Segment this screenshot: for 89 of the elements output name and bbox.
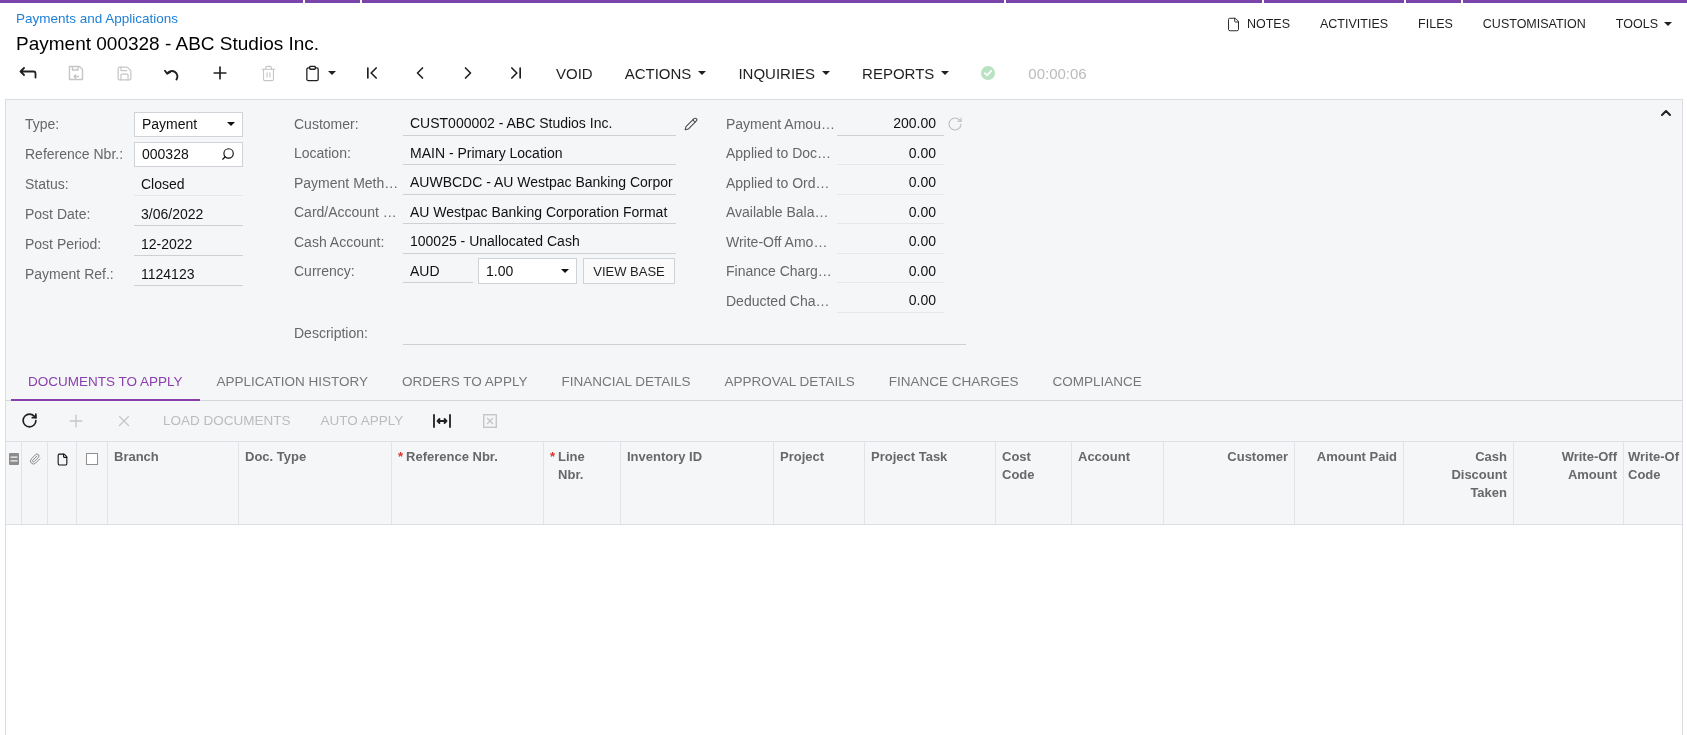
field-label: Write-Off Amo… — [726, 233, 829, 250]
rate-select[interactable]: 1.00 — [478, 258, 577, 285]
field-label: Available Bala… — [726, 204, 830, 221]
field-label: Payment Ref.: — [25, 266, 115, 282]
column-header: Amount Paid — [1316, 447, 1397, 466]
text-field[interactable]: 1124123 — [134, 262, 243, 286]
tab[interactable]: DOCUMENTS TO APPLY — [11, 364, 200, 401]
column-header: Cash Discount Taken — [1450, 447, 1507, 502]
field-label: Customer: — [294, 115, 360, 132]
file-icon — [55, 452, 69, 466]
field-value: 0.00 — [837, 141, 944, 166]
field-label: Post Period: — [25, 236, 103, 252]
pencil-icon — [684, 116, 698, 131]
field-label: Payment Meth… — [294, 174, 400, 191]
field-value: 0.00 — [837, 288, 944, 313]
field-label: Post Date: — [25, 206, 92, 222]
field-value: 0.00 — [837, 200, 944, 225]
column-header: Project — [780, 447, 825, 466]
field-label: Payment Amou… — [726, 115, 836, 132]
field-label: Type: — [25, 116, 61, 132]
field-label: Applied to Doc… — [726, 145, 833, 162]
paperclip-icon — [28, 452, 41, 465]
menu-button[interactable]: INQUIRIES — [722, 56, 847, 90]
menu-button[interactable]: REPORTS — [846, 56, 966, 90]
action-button[interactable]: VOID — [540, 56, 609, 90]
field-value: 0.00 — [837, 170, 944, 195]
field-value: Closed — [134, 172, 243, 196]
menu-button[interactable]: ACTIONS — [608, 56, 723, 90]
field-value: 0.00 — [837, 229, 944, 254]
refresh-icon — [947, 115, 963, 132]
text-field[interactable]: CUST000002 - ABC Studios Inc. — [403, 111, 676, 136]
menu-button[interactable]: TOOLS — [1600, 11, 1687, 37]
select-all-checkbox[interactable] — [86, 452, 98, 465]
column-header: Account — [1078, 447, 1130, 466]
caret-icon — [227, 122, 235, 126]
lookup-field[interactable]: 000328 — [134, 141, 243, 167]
breadcrumb-link[interactable]: Payments and Applications — [16, 11, 179, 27]
text-field[interactable]: 12-2022 — [134, 232, 243, 256]
view-base-button[interactable]: VIEW BASE — [583, 258, 675, 285]
text-field[interactable]: AUWBCDC - AU Westpac Banking Corpor — [403, 170, 676, 195]
edit-button[interactable] — [684, 116, 698, 131]
tab[interactable]: APPLICATION HISTORY — [199, 364, 386, 401]
required-marker: * — [550, 447, 556, 466]
tab[interactable]: FINANCE CHARGES — [871, 364, 1036, 401]
field-label: Cash Account: — [294, 233, 386, 250]
header-button[interactable]: CUSTOMISATION — [1467, 11, 1601, 37]
select-field[interactable]: Payment — [134, 111, 243, 137]
tab[interactable]: APPROVAL DETAILS — [707, 364, 872, 401]
field-label: Finance Charg… — [726, 263, 833, 280]
field-label: Status: — [25, 176, 70, 192]
column-header: Reference Nbr. — [406, 447, 498, 466]
column-header: Customer — [1227, 447, 1288, 466]
field-label: Deducted Cha… — [726, 292, 831, 309]
status-check-icon — [981, 66, 996, 80]
field-value: 0.00 — [837, 259, 944, 284]
header-button[interactable]: ACTIVITIES — [1305, 11, 1404, 37]
document-icon — [1225, 16, 1241, 32]
stacked-rows-icon[interactable] — [8, 452, 19, 465]
caret-icon — [1664, 22, 1672, 26]
field-label: Description: — [294, 324, 369, 341]
elapsed-time: 00:00:06 — [1028, 64, 1087, 82]
tab[interactable]: ORDERS TO APPLY — [385, 364, 545, 401]
field-label: Applied to Ord… — [726, 174, 831, 191]
page-title: Payment 000328 - ABC Studios Inc. — [16, 32, 320, 56]
column-header: Branch — [114, 447, 159, 466]
text-field[interactable]: 100025 - Unallocated Cash — [403, 229, 676, 254]
text-field[interactable]: 3/06/2022 — [134, 202, 243, 226]
column-header: Cost Code — [1002, 447, 1036, 484]
column-header: Line Nbr. — [558, 447, 586, 484]
column-header: Write-Of Code — [1628, 447, 1681, 484]
search-icon[interactable] — [221, 147, 235, 161]
field-label: Location: — [294, 145, 352, 162]
caret-icon — [561, 269, 569, 274]
header-button[interactable]: FILES — [1403, 11, 1468, 37]
text-field[interactable]: AU Westpac Banking Corporation Format — [403, 200, 676, 225]
text-field[interactable]: MAIN - Primary Location — [403, 141, 676, 166]
currency-field[interactable]: AUD — [403, 259, 473, 284]
field-label: Reference Nbr.: — [25, 146, 125, 162]
required-marker: * — [398, 447, 404, 466]
column-header: Write-Off Amount — [1560, 447, 1617, 484]
tab[interactable]: FINANCIAL DETAILS — [544, 364, 708, 401]
column-header: Project Task — [871, 447, 948, 466]
notes-button[interactable]: NOTES — [1210, 11, 1305, 37]
column-header: Doc. Type — [245, 447, 307, 466]
column-header: Inventory ID — [627, 447, 703, 466]
field-label: Card/Account … — [294, 204, 398, 221]
text-field[interactable]: 200.00 — [837, 111, 944, 136]
field-label: Currency: — [294, 263, 356, 280]
tab[interactable]: COMPLIANCE — [1035, 364, 1159, 401]
